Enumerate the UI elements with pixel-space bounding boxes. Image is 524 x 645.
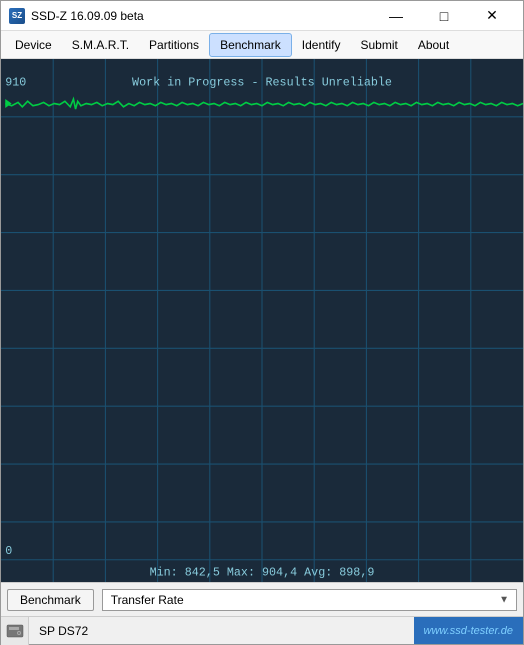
svg-text:Work in Progress - Results Unr: Work in Progress - Results Unreliable: [132, 75, 392, 89]
dropdown-container: Transfer Rate Access Time IOPS ▼: [102, 589, 517, 611]
window-title: SSD-Z 16.09.09 beta: [31, 9, 144, 23]
menu-item-submit[interactable]: Submit: [350, 34, 407, 56]
menu-item-partitions[interactable]: Partitions: [139, 34, 209, 56]
app-icon: SZ: [9, 8, 25, 24]
svg-text:Min: 842,5 Max: 904,4 Avg: 8: Min: 842,5 Max: 904,4 Avg: 898,9: [150, 565, 375, 579]
drive-name: SP DS72: [29, 624, 414, 638]
bottom-controls: Benchmark Transfer Rate Access Time IOPS…: [1, 582, 523, 616]
svg-text:0: 0: [5, 544, 12, 558]
benchmark-chart: 910 Work in Progress - Results Unreliabl…: [1, 59, 523, 582]
menu-item-identify[interactable]: Identify: [292, 34, 351, 56]
website-label: www.ssd-tester.de: [414, 617, 523, 644]
chart-svg: 910 Work in Progress - Results Unreliabl…: [1, 59, 523, 582]
status-disk-icon: [1, 617, 29, 645]
minimize-button[interactable]: —: [373, 1, 419, 31]
window-controls: — □ ✕: [373, 1, 515, 31]
menu-bar: Device S.M.A.R.T. Partitions Benchmark I…: [1, 31, 523, 59]
title-bar-left: SZ SSD-Z 16.09.09 beta: [9, 8, 144, 24]
menu-item-about[interactable]: About: [408, 34, 459, 56]
menu-item-device[interactable]: Device: [5, 34, 62, 56]
menu-item-benchmark[interactable]: Benchmark: [209, 33, 292, 57]
transfer-type-dropdown[interactable]: Transfer Rate Access Time IOPS: [102, 589, 517, 611]
disk-icon: [6, 624, 24, 638]
benchmark-button[interactable]: Benchmark: [7, 589, 94, 611]
status-bar: SP DS72 www.ssd-tester.de: [1, 616, 523, 644]
title-bar: SZ SSD-Z 16.09.09 beta — □ ✕: [1, 1, 523, 31]
main-window: SZ SSD-Z 16.09.09 beta — □ ✕ Device S.M.…: [0, 0, 524, 645]
maximize-button[interactable]: □: [421, 1, 467, 31]
svg-text:910: 910: [5, 75, 26, 89]
close-button[interactable]: ✕: [469, 1, 515, 31]
menu-item-smart[interactable]: S.M.A.R.T.: [62, 34, 139, 56]
